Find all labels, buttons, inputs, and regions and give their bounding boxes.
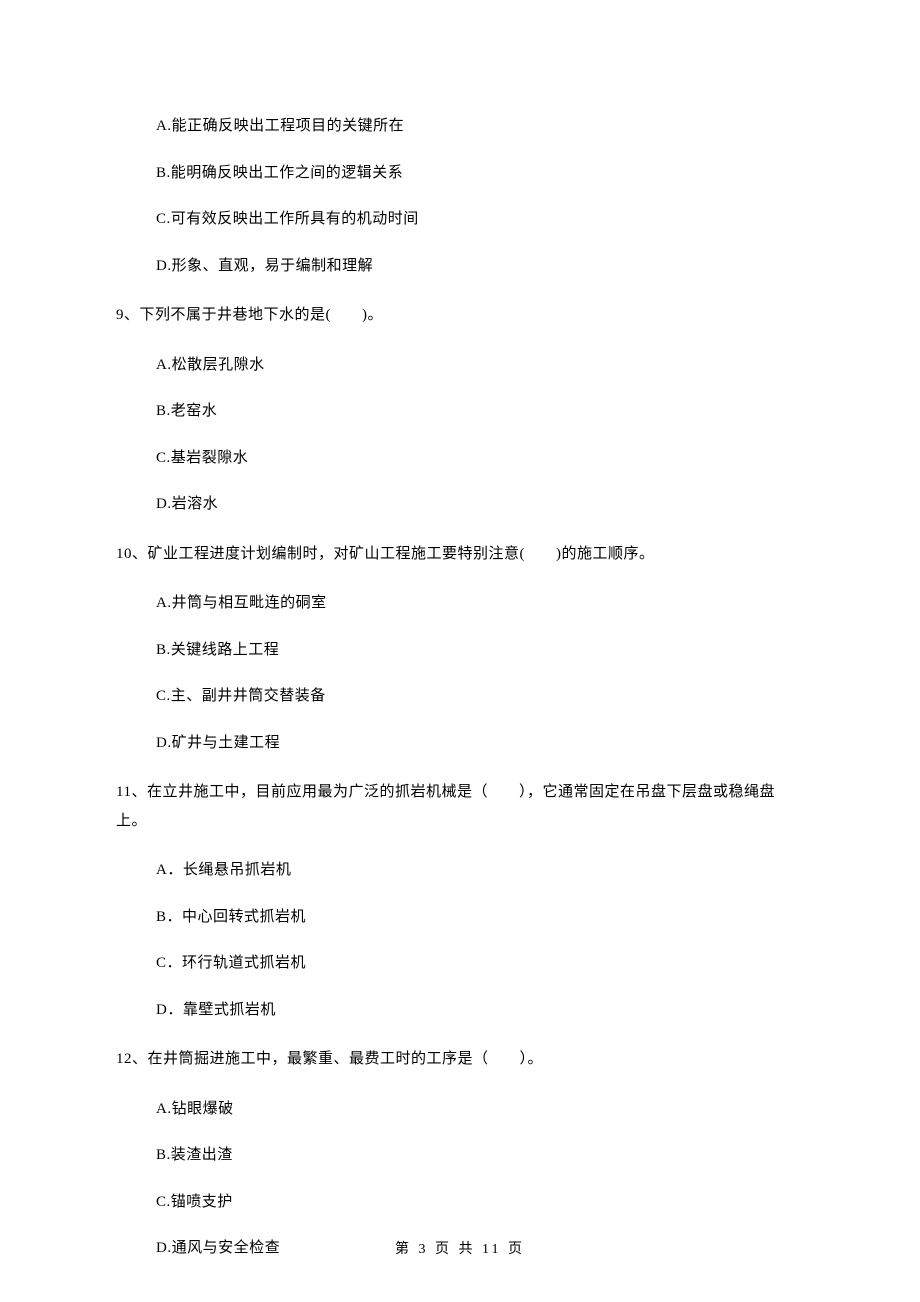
question-11-options: A．长绳悬吊抓岩机 B．中心回转式抓岩机 C．环行轨道式抓岩机 D．靠壁式抓岩机 bbox=[116, 859, 804, 1021]
question-9-stem: 9、下列不属于井巷地下水的是( )。 bbox=[116, 301, 804, 330]
option-c: C.可有效反映出工作所具有的机动时间 bbox=[156, 208, 804, 231]
option-c: C．环行轨道式抓岩机 bbox=[156, 952, 804, 975]
question-12-stem: 12、在井筒掘进施工中，最繁重、最费工时的工序是（ ）。 bbox=[116, 1045, 804, 1074]
option-b: B.能明确反映出工作之间的逻辑关系 bbox=[156, 162, 804, 185]
question-10-options: A.井筒与相互毗连的硐室 B.关键线路上工程 C.主、副井井筒交替装备 D.矿井… bbox=[116, 592, 804, 754]
option-d: D.形象、直观，易于编制和理解 bbox=[156, 255, 804, 278]
question-10-stem: 10、矿业工程进度计划编制时，对矿山工程施工要特别注意( )的施工顺序。 bbox=[116, 540, 804, 569]
option-a: A.井筒与相互毗连的硐室 bbox=[156, 592, 804, 615]
option-b: B.关键线路上工程 bbox=[156, 639, 804, 662]
option-a: A.松散层孔隙水 bbox=[156, 354, 804, 377]
option-d: D.岩溶水 bbox=[156, 493, 804, 516]
prev-question-options: A.能正确反映出工程项目的关键所在 B.能明确反映出工作之间的逻辑关系 C.可有… bbox=[116, 115, 804, 277]
option-d: D.矿井与土建工程 bbox=[156, 732, 804, 755]
option-a: A.能正确反映出工程项目的关键所在 bbox=[156, 115, 804, 138]
option-b: B.老窑水 bbox=[156, 400, 804, 423]
option-c: C.主、副井井筒交替装备 bbox=[156, 685, 804, 708]
page-content: A.能正确反映出工程项目的关键所在 B.能明确反映出工作之间的逻辑关系 C.可有… bbox=[0, 0, 920, 1260]
option-c: C.基岩裂隙水 bbox=[156, 447, 804, 470]
question-9-options: A.松散层孔隙水 B.老窑水 C.基岩裂隙水 D.岩溶水 bbox=[116, 354, 804, 516]
option-a: A.钻眼爆破 bbox=[156, 1098, 804, 1121]
option-d: D．靠壁式抓岩机 bbox=[156, 999, 804, 1022]
question-12-options: A.钻眼爆破 B.装渣出渣 C.锚喷支护 D.通风与安全检查 bbox=[116, 1098, 804, 1260]
option-b: B．中心回转式抓岩机 bbox=[156, 906, 804, 929]
option-c: C.锚喷支护 bbox=[156, 1191, 804, 1214]
option-b: B.装渣出渣 bbox=[156, 1144, 804, 1167]
option-a: A．长绳悬吊抓岩机 bbox=[156, 859, 804, 882]
question-11-stem: 11、在立井施工中，目前应用最为广泛的抓岩机械是（ ），它通常固定在吊盘下层盘或… bbox=[116, 778, 804, 835]
page-footer: 第 3 页 共 11 页 bbox=[0, 1239, 920, 1260]
